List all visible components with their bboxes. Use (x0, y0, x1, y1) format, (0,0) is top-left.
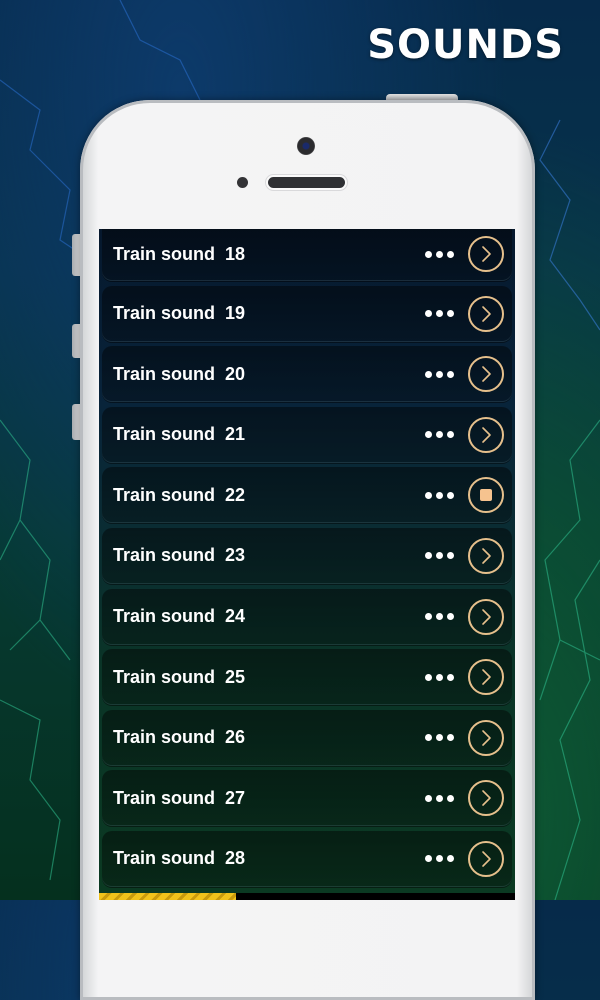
sound-list-item[interactable]: Train sound 22 (102, 467, 512, 524)
dot (447, 673, 454, 681)
dot (436, 855, 443, 863)
dot (436, 310, 443, 318)
play-button[interactable] (468, 236, 504, 272)
more-dots-icon[interactable] (425, 855, 454, 863)
playback-progress-bar[interactable] (99, 893, 515, 900)
dot (447, 613, 454, 621)
dot (447, 552, 454, 560)
play-button[interactable] (468, 598, 504, 635)
dot (425, 673, 432, 681)
dot (436, 794, 443, 802)
dot (425, 310, 432, 318)
dot (436, 491, 443, 499)
playback-progress-fill (99, 893, 237, 900)
dot (425, 491, 432, 499)
stop-button[interactable] (468, 477, 504, 514)
sound-label: Train sound 25 (113, 666, 246, 687)
sound-label: Train sound 21 (113, 424, 246, 445)
play-button[interactable] (468, 537, 504, 574)
more-dots-icon[interactable] (425, 370, 454, 378)
dot (447, 734, 454, 742)
more-dots-icon[interactable] (425, 491, 454, 499)
play-button[interactable] (468, 416, 504, 453)
dot (447, 310, 454, 318)
sound-list-item[interactable]: Train sound 24 (102, 588, 512, 645)
sound-list-item[interactable]: Train sound 18 (102, 229, 512, 281)
play-button[interactable] (468, 780, 504, 817)
dot (436, 734, 443, 742)
chevron-right-icon (482, 851, 491, 867)
dot (436, 431, 443, 439)
sound-label: Train sound 19 (113, 303, 246, 324)
dot (425, 794, 432, 802)
chevron-right-icon (482, 669, 491, 685)
dot (425, 855, 432, 863)
play-button[interactable] (468, 719, 504, 756)
earpiece-speaker (268, 177, 345, 188)
chevron-right-icon (482, 246, 491, 262)
more-dots-icon[interactable] (425, 673, 454, 681)
more-dots-icon[interactable] (425, 431, 454, 439)
chevron-right-icon (482, 790, 491, 807)
dot (425, 431, 432, 439)
sound-list-item[interactable]: Train sound 23 (102, 527, 512, 584)
sound-list-item[interactable]: Train sound 27 (102, 770, 512, 827)
sound-label: Train sound 26 (113, 727, 246, 748)
dot (436, 250, 443, 258)
chevron-right-icon (482, 366, 491, 382)
dot (425, 250, 432, 258)
dot (447, 794, 454, 802)
dot (436, 370, 443, 378)
more-dots-icon[interactable] (425, 310, 454, 318)
stop-icon (480, 489, 492, 502)
play-button[interactable] (468, 295, 504, 332)
sound-list-item[interactable]: Train sound 26 (102, 709, 512, 766)
proximity-sensor (237, 177, 248, 188)
volume-down-button (72, 404, 80, 440)
chevron-right-icon (482, 729, 491, 746)
dot (425, 370, 432, 378)
chevron-right-icon (482, 548, 491, 564)
more-dots-icon[interactable] (425, 734, 454, 742)
play-button[interactable] (468, 356, 504, 393)
sound-label: Train sound 24 (113, 606, 246, 627)
dot (447, 370, 454, 378)
dot (436, 673, 443, 681)
more-dots-icon[interactable] (425, 613, 454, 621)
more-dots-icon[interactable] (425, 250, 454, 258)
sound-list-item[interactable]: Train sound 20 (102, 346, 512, 403)
phone-screen: Train sound 18 Train sound 19 Train sound … (99, 229, 515, 900)
chevron-right-icon (482, 426, 491, 443)
dot (447, 250, 454, 258)
sound-list: Train sound 18 Train sound 19 Train sound … (102, 229, 512, 892)
sound-label: Train sound 28 (113, 848, 246, 869)
dot (425, 552, 432, 560)
sound-label: Train sound 18 (113, 243, 246, 264)
volume-up-button (72, 324, 80, 358)
chevron-right-icon (482, 608, 491, 625)
dot (447, 431, 454, 439)
mute-switch (72, 234, 80, 276)
more-dots-icon[interactable] (425, 794, 454, 802)
dot (447, 491, 454, 499)
dot (447, 855, 454, 863)
more-dots-icon[interactable] (425, 552, 454, 560)
sound-list-item[interactable]: Train sound 21 (102, 406, 512, 463)
sound-label: Train sound 27 (113, 787, 246, 808)
chevron-right-icon (482, 305, 491, 322)
sound-label: Train sound 23 (113, 545, 246, 566)
dot (425, 613, 432, 621)
front-camera (297, 137, 315, 155)
dot (436, 613, 443, 621)
sound-list-item[interactable]: Train sound 25 (102, 649, 512, 706)
dot (436, 552, 443, 560)
play-button[interactable] (468, 659, 504, 696)
sound-list-item[interactable]: Train sound 28 (102, 830, 512, 887)
page-title: SOUNDS (367, 22, 564, 68)
sound-label: Train sound 22 (113, 484, 246, 505)
play-button[interactable] (468, 840, 504, 877)
sound-label: Train sound 20 (113, 363, 246, 384)
sound-list-item[interactable]: Train sound 19 (102, 285, 512, 342)
dot (425, 734, 432, 742)
